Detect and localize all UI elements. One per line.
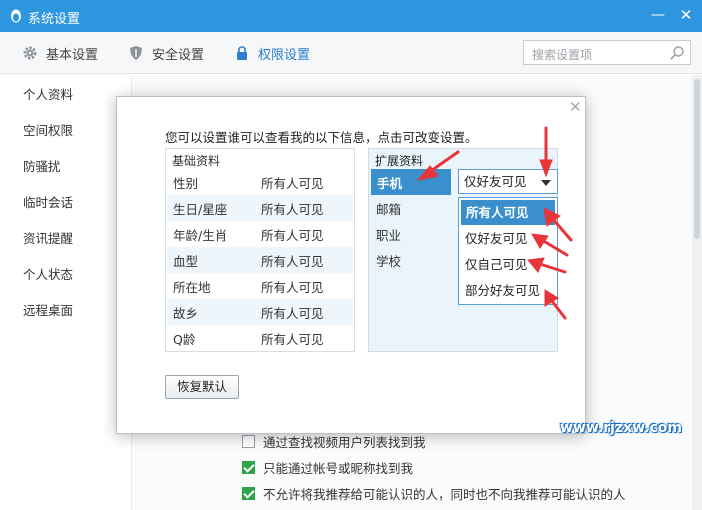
extended-row-school[interactable]: 学校 bbox=[370, 247, 450, 273]
watermark: www.rjzxw.com bbox=[560, 420, 682, 436]
sidebar-item-space-permission[interactable]: 空间权限 bbox=[0, 113, 131, 149]
sidebar-item-label: 个人资料 bbox=[23, 87, 74, 102]
field-visibility[interactable]: 所有人可见 bbox=[261, 225, 324, 244]
option-label: 部分好友可见 bbox=[465, 283, 541, 298]
sidebar-item-profile[interactable]: 个人资料 bbox=[0, 77, 131, 113]
field-label: 所在地 bbox=[173, 279, 211, 295]
gear-icon bbox=[23, 46, 37, 60]
search-icon[interactable] bbox=[669, 45, 685, 61]
basic-row-q-age[interactable]: Q龄 所有人可见 bbox=[167, 325, 353, 351]
panel-header: 基础资料 bbox=[172, 154, 221, 168]
sidebar-item-remote-desktop[interactable]: 远程桌面 bbox=[0, 293, 131, 329]
field-visibility[interactable]: 所有人可见 bbox=[261, 251, 324, 270]
checkbox[interactable] bbox=[242, 461, 255, 474]
field-label: 故乡 bbox=[173, 305, 199, 321]
penguin-logo-icon bbox=[11, 9, 21, 23]
option-label: 仅好友可见 bbox=[465, 231, 528, 246]
sidebar-item-label: 个人状态 bbox=[23, 267, 74, 282]
sidebar-item-news-reminder[interactable]: 资讯提醒 bbox=[0, 221, 131, 257]
field-label: 血型 bbox=[173, 253, 199, 269]
chevron-down-icon[interactable] bbox=[541, 180, 551, 186]
shield-icon bbox=[130, 46, 142, 60]
option-self-only[interactable]: 仅自己可见 bbox=[460, 252, 556, 277]
close-icon[interactable]: ✕ bbox=[676, 5, 696, 25]
search-input[interactable]: 搜索设置项 bbox=[532, 46, 592, 63]
basic-info-panel: 基础资料 性别 所有人可见 生日/星座 所有人可见 年龄/生肖 所有人可见 血型… bbox=[165, 148, 355, 352]
extended-row-phone[interactable]: 手机 bbox=[371, 169, 451, 195]
visibility-select[interactable]: 仅好友可见 bbox=[458, 169, 558, 194]
search-box[interactable]: 搜索设置项 bbox=[523, 40, 691, 65]
option-no-recommend[interactable]: 不允许将我推荐给可能认识的人，同时也不向我推荐可能认识的人 bbox=[242, 484, 626, 503]
tab-label: 权限设置 bbox=[258, 47, 311, 63]
field-label: 生日/星座 bbox=[173, 201, 228, 217]
scrollbar-thumb[interactable] bbox=[694, 79, 700, 239]
basic-row-birthday[interactable]: 生日/星座 所有人可见 bbox=[167, 195, 353, 221]
extended-row-email[interactable]: 邮箱 bbox=[370, 195, 450, 221]
restore-default-button[interactable]: 恢复默认 bbox=[165, 375, 239, 399]
field-visibility[interactable]: 所有人可见 bbox=[261, 199, 324, 218]
option-some-friends[interactable]: 部分好友可见 bbox=[460, 278, 556, 303]
sidebar: 个人资料 空间权限 防骚扰 临时会话 资讯提醒 个人状态 远程桌面 bbox=[0, 75, 132, 510]
minimize-icon[interactable]: — bbox=[648, 6, 668, 26]
visibility-dialog: ✕ 您可以设置谁可以查看我的以下信息，点击可改变设置。 基础资料 性别 所有人可… bbox=[116, 96, 586, 434]
field-visibility[interactable]: 所有人可见 bbox=[261, 173, 324, 192]
basic-row-age[interactable]: 年龄/生肖 所有人可见 bbox=[167, 221, 353, 247]
tab-label: 基本设置 bbox=[46, 47, 99, 63]
basic-row-gender[interactable]: 性别 所有人可见 bbox=[167, 169, 353, 195]
checkbox[interactable] bbox=[242, 435, 255, 448]
option-label: 仅自己可见 bbox=[465, 257, 528, 272]
panel-header: 扩展资料 bbox=[375, 154, 424, 168]
window-title: 系统设置 bbox=[28, 12, 81, 27]
sidebar-item-label: 临时会话 bbox=[23, 195, 74, 210]
option-label: 所有人可见 bbox=[466, 205, 529, 220]
option-label: 通过查找视频用户列表找到我 bbox=[263, 435, 426, 450]
field-visibility[interactable]: 所有人可见 bbox=[261, 303, 324, 322]
option-label: 不允许将我推荐给可能认识的人，同时也不向我推荐可能认识的人 bbox=[263, 487, 626, 502]
sidebar-item-temp-chat[interactable]: 临时会话 bbox=[0, 185, 131, 221]
scrollbar[interactable] bbox=[692, 75, 702, 510]
option-video-search[interactable]: 通过查找视频用户列表找到我 bbox=[242, 432, 426, 451]
sidebar-item-personal-status[interactable]: 个人状态 bbox=[0, 257, 131, 293]
extended-row-occupation[interactable]: 职业 bbox=[370, 221, 450, 247]
field-visibility[interactable]: 所有人可见 bbox=[261, 329, 324, 348]
option-friends-only[interactable]: 仅好友可见 bbox=[460, 226, 556, 251]
tab-security-settings[interactable]: 安全设置 bbox=[128, 32, 204, 74]
field-label: 职业 bbox=[376, 227, 402, 243]
lock-icon bbox=[237, 46, 247, 60]
tab-bar: 基本设置 安全设置 权限设置 搜索设置项 bbox=[0, 32, 702, 74]
checkbox[interactable] bbox=[242, 487, 255, 500]
select-value: 仅好友可见 bbox=[464, 174, 527, 189]
tab-basic-settings[interactable]: 基本设置 bbox=[22, 32, 98, 74]
basic-row-blood-type[interactable]: 血型 所有人可见 bbox=[167, 247, 353, 273]
title-bar: 系统设置 — ✕ bbox=[0, 0, 702, 32]
field-label: 性别 bbox=[173, 175, 199, 191]
basic-row-hometown[interactable]: 故乡 所有人可见 bbox=[167, 299, 353, 325]
field-label: Q龄 bbox=[173, 331, 196, 347]
option-label: 只能通过帐号或昵称找到我 bbox=[263, 461, 414, 476]
basic-row-location[interactable]: 所在地 所有人可见 bbox=[167, 273, 353, 299]
field-label: 手机 bbox=[377, 175, 403, 191]
sidebar-item-label: 防骚扰 bbox=[23, 159, 61, 174]
dialog-close-icon[interactable]: ✕ bbox=[569, 98, 582, 116]
tab-permission-settings[interactable]: 权限设置 bbox=[234, 32, 310, 74]
sidebar-item-label: 远程桌面 bbox=[23, 303, 74, 318]
field-label: 年龄/生肖 bbox=[173, 227, 228, 243]
option-everyone[interactable]: 所有人可见 bbox=[461, 200, 555, 225]
sidebar-item-label: 资讯提醒 bbox=[23, 231, 74, 246]
field-label: 邮箱 bbox=[376, 201, 402, 217]
dialog-intro: 您可以设置谁可以查看我的以下信息，点击可改变设置。 bbox=[165, 130, 478, 145]
field-visibility[interactable]: 所有人可见 bbox=[261, 277, 324, 296]
sidebar-item-label: 空间权限 bbox=[23, 123, 74, 138]
option-account-only[interactable]: 只能通过帐号或昵称找到我 bbox=[242, 458, 413, 477]
tab-label: 安全设置 bbox=[152, 47, 205, 63]
field-label: 学校 bbox=[376, 253, 402, 269]
sidebar-item-anti-harassment[interactable]: 防骚扰 bbox=[0, 149, 131, 185]
visibility-dropdown: 所有人可见 仅好友可见 仅自己可见 部分好友可见 bbox=[458, 197, 558, 305]
